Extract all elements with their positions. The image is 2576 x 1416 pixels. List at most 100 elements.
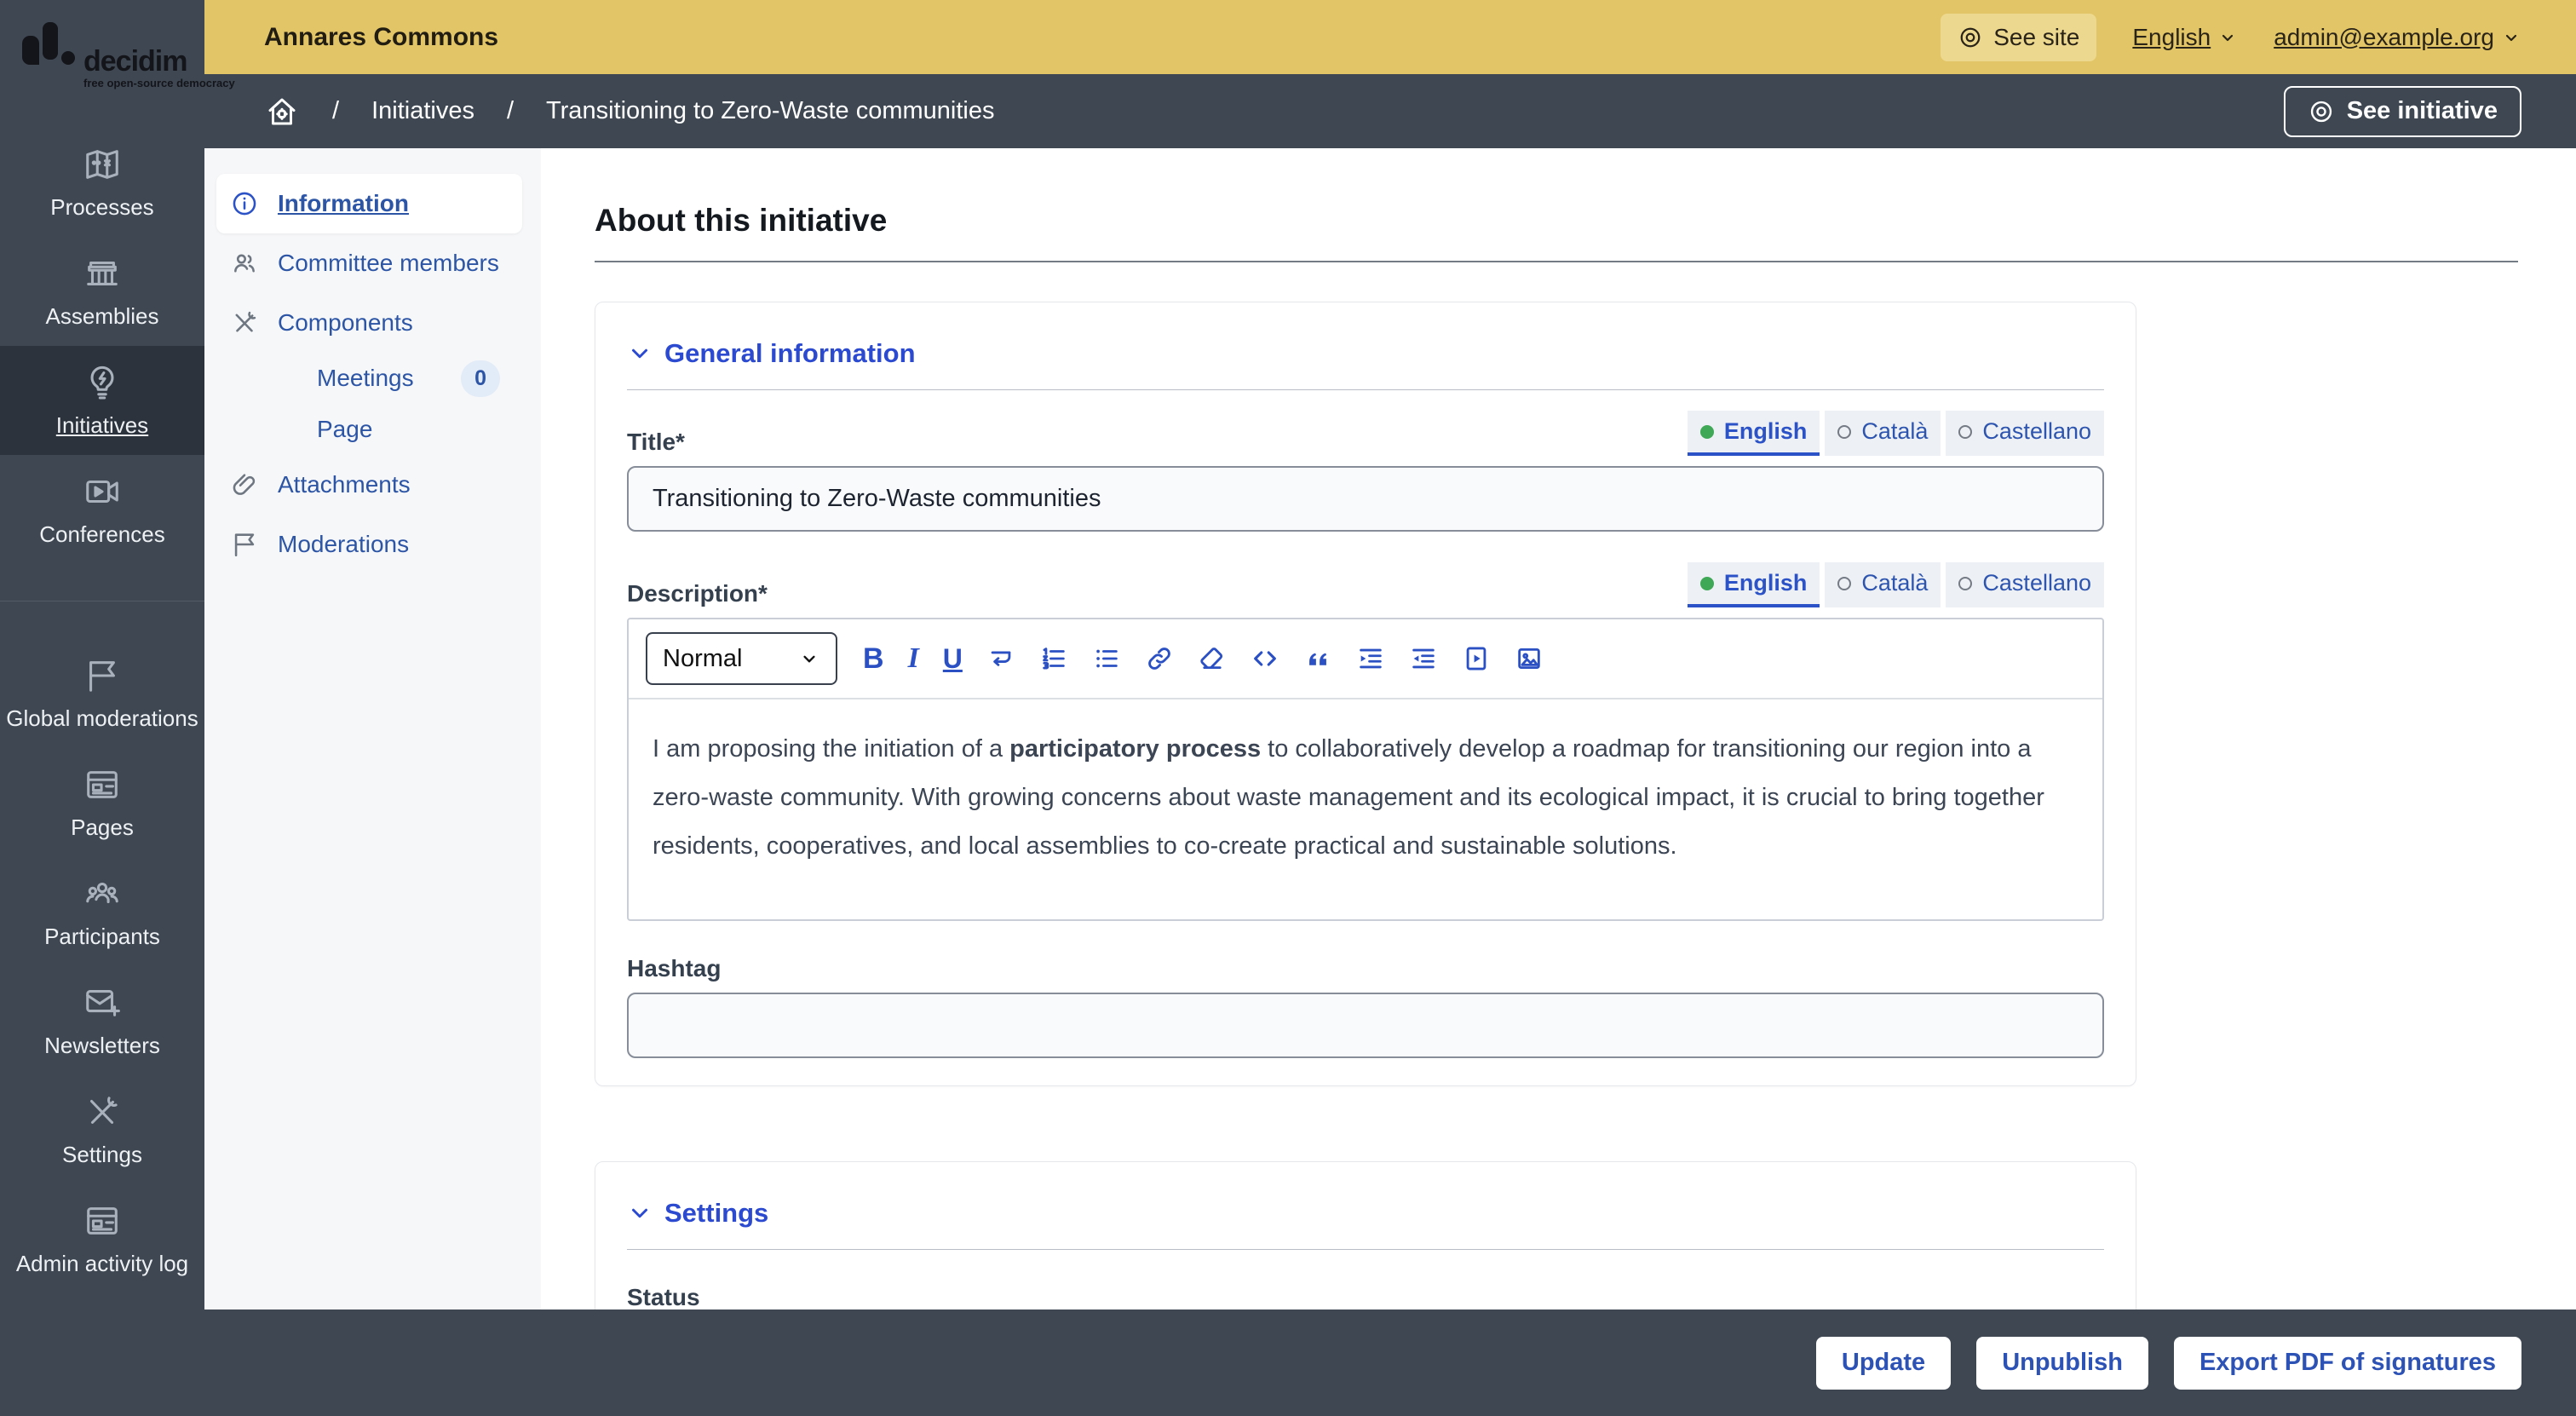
text-format-select[interactable]: Normal	[646, 632, 837, 685]
organization-name: Annares Commons	[264, 23, 498, 52]
sidebar-item-label: Pages	[71, 814, 134, 841]
unpublish-button[interactable]: Unpublish	[1976, 1337, 2148, 1390]
main-sidebar: decidim free open-source democracy Proce…	[0, 0, 204, 1416]
untranslated-circle-icon	[1958, 577, 1972, 590]
general-information-card: General information Title* English Catal…	[595, 302, 2136, 1086]
language-tab-english[interactable]: English	[1688, 562, 1820, 607]
sidebar-item-settings[interactable]: Settings	[0, 1075, 204, 1184]
sidebar-item-label: Newsletters	[44, 1033, 160, 1059]
sidebar-item-label: Processes	[50, 194, 153, 221]
language-tab-label: Castellano	[1982, 570, 2091, 596]
language-tab-castellano[interactable]: Castellano	[1946, 411, 2104, 456]
language-selector[interactable]: English	[2132, 24, 2238, 51]
language-tab-castellano[interactable]: Castellano	[1946, 562, 2104, 607]
home-icon[interactable]	[264, 94, 300, 130]
subnav-item-label: Information	[278, 190, 409, 217]
info-icon	[230, 189, 259, 218]
subnav-item-label: Meetings	[317, 365, 414, 392]
language-tab-label: English	[1724, 418, 1808, 445]
video-camera-icon	[83, 472, 122, 511]
subnav-item-components[interactable]: Components	[204, 293, 541, 353]
language-tab-english[interactable]: English	[1688, 411, 1820, 456]
meetings-count-badge: 0	[461, 360, 500, 397]
browser-icon	[83, 1201, 122, 1240]
language-tab-label: Català	[1861, 418, 1928, 445]
sidebar-item-processes[interactable]: Processes	[0, 128, 204, 237]
map-icon	[83, 145, 122, 184]
translated-dot-icon	[1700, 425, 1714, 439]
subnav-item-label: Attachments	[278, 471, 411, 498]
subnav-item-label: Moderations	[278, 531, 409, 558]
subnav-item-label: Page	[317, 416, 372, 443]
language-tab-label: Català	[1861, 570, 1928, 596]
hashtag-field-label: Hashtag	[627, 955, 2104, 982]
description-rich-text-editor: Normal B I U	[627, 618, 2104, 921]
video-embed-icon[interactable]	[1462, 644, 1491, 673]
decidim-logo-mark-icon	[22, 26, 77, 73]
tools-icon	[83, 1092, 122, 1131]
subnav-item-meetings[interactable]: Meetings 0	[204, 353, 541, 404]
sidebar-item-initiatives[interactable]: Initiatives	[0, 346, 204, 455]
bullet-list-icon[interactable]	[1092, 644, 1121, 673]
image-icon[interactable]	[1515, 644, 1544, 673]
description-editor-content[interactable]: I am proposing the initiation of a parti…	[629, 699, 2102, 919]
see-initiative-button[interactable]: See initiative	[2284, 86, 2521, 137]
decidim-logo[interactable]: decidim free open-source democracy	[0, 0, 204, 128]
italic-icon[interactable]: I	[908, 644, 919, 673]
clear-format-icon[interactable]	[1198, 644, 1227, 673]
underline-icon[interactable]: U	[943, 645, 963, 672]
format-select-value: Normal	[663, 645, 742, 673]
subnav-item-committee-members[interactable]: Committee members	[204, 233, 541, 293]
chevron-down-icon	[627, 1200, 653, 1226]
sidebar-item-assemblies[interactable]: Assemblies	[0, 237, 204, 346]
ordered-list-icon[interactable]	[1039, 644, 1068, 673]
section-title: Settings	[664, 1198, 768, 1229]
sidebar-divider	[0, 601, 204, 602]
bold-icon[interactable]: B	[863, 644, 884, 673]
code-icon[interactable]	[1251, 644, 1279, 673]
user-menu[interactable]: admin@example.org	[2274, 24, 2521, 51]
page-title: About this initiative	[595, 203, 2518, 239]
paperclip-icon	[230, 470, 259, 499]
sidebar-item-admin-activity-log[interactable]: Admin activity log	[0, 1184, 204, 1293]
sidebar-item-conferences[interactable]: Conferences	[0, 455, 204, 564]
translated-dot-icon	[1700, 577, 1714, 590]
language-label: English	[2132, 24, 2211, 51]
eye-icon	[1958, 25, 1983, 50]
sidebar-item-participants[interactable]: Participants	[0, 857, 204, 966]
update-button[interactable]: Update	[1816, 1337, 1951, 1390]
see-initiative-label: See initiative	[2347, 97, 2498, 125]
language-tab-catala[interactable]: Català	[1825, 562, 1941, 607]
sidebar-item-pages[interactable]: Pages	[0, 748, 204, 857]
user-email: admin@example.org	[2274, 24, 2494, 51]
indent-decrease-icon[interactable]	[1409, 644, 1438, 673]
subnav-item-page[interactable]: Page	[204, 404, 541, 455]
indent-increase-icon[interactable]	[1356, 644, 1385, 673]
top-bar: Annares Commons See site English admin@e…	[204, 0, 2576, 74]
sidebar-item-newsletters[interactable]: Newsletters	[0, 966, 204, 1075]
subnav-item-moderations[interactable]: Moderations	[204, 515, 541, 574]
breadcrumb-item-initiatives[interactable]: Initiatives	[371, 97, 474, 125]
breadcrumb-separator: /	[507, 97, 514, 125]
general-information-toggle[interactable]: General information	[627, 338, 2104, 369]
section-divider	[627, 389, 2104, 390]
chevron-down-icon	[798, 648, 820, 670]
hard-break-icon[interactable]	[986, 644, 1015, 673]
lightbulb-icon	[83, 363, 122, 402]
description-clipped-heading: Proposed Goals for the Process	[653, 908, 2079, 919]
export-pdf-signatures-button[interactable]: Export PDF of signatures	[2174, 1337, 2521, 1390]
mail-plus-icon	[83, 983, 122, 1022]
sidebar-item-global-moderations[interactable]: Global moderations	[0, 639, 204, 748]
hashtag-input[interactable]	[627, 993, 2104, 1058]
settings-toggle[interactable]: Settings	[627, 1198, 2104, 1229]
language-tab-catala[interactable]: Català	[1825, 411, 1941, 456]
sidebar-item-label: Admin activity log	[16, 1251, 188, 1277]
subnav-item-label: Committee members	[278, 250, 499, 277]
subnav-item-attachments[interactable]: Attachments	[204, 455, 541, 515]
section-title: General information	[664, 338, 916, 369]
see-site-button[interactable]: See site	[1941, 14, 2096, 61]
title-input[interactable]	[627, 466, 2104, 532]
link-icon[interactable]	[1145, 644, 1174, 673]
subnav-item-information[interactable]: Information	[216, 174, 522, 233]
blockquote-icon[interactable]	[1303, 644, 1332, 673]
